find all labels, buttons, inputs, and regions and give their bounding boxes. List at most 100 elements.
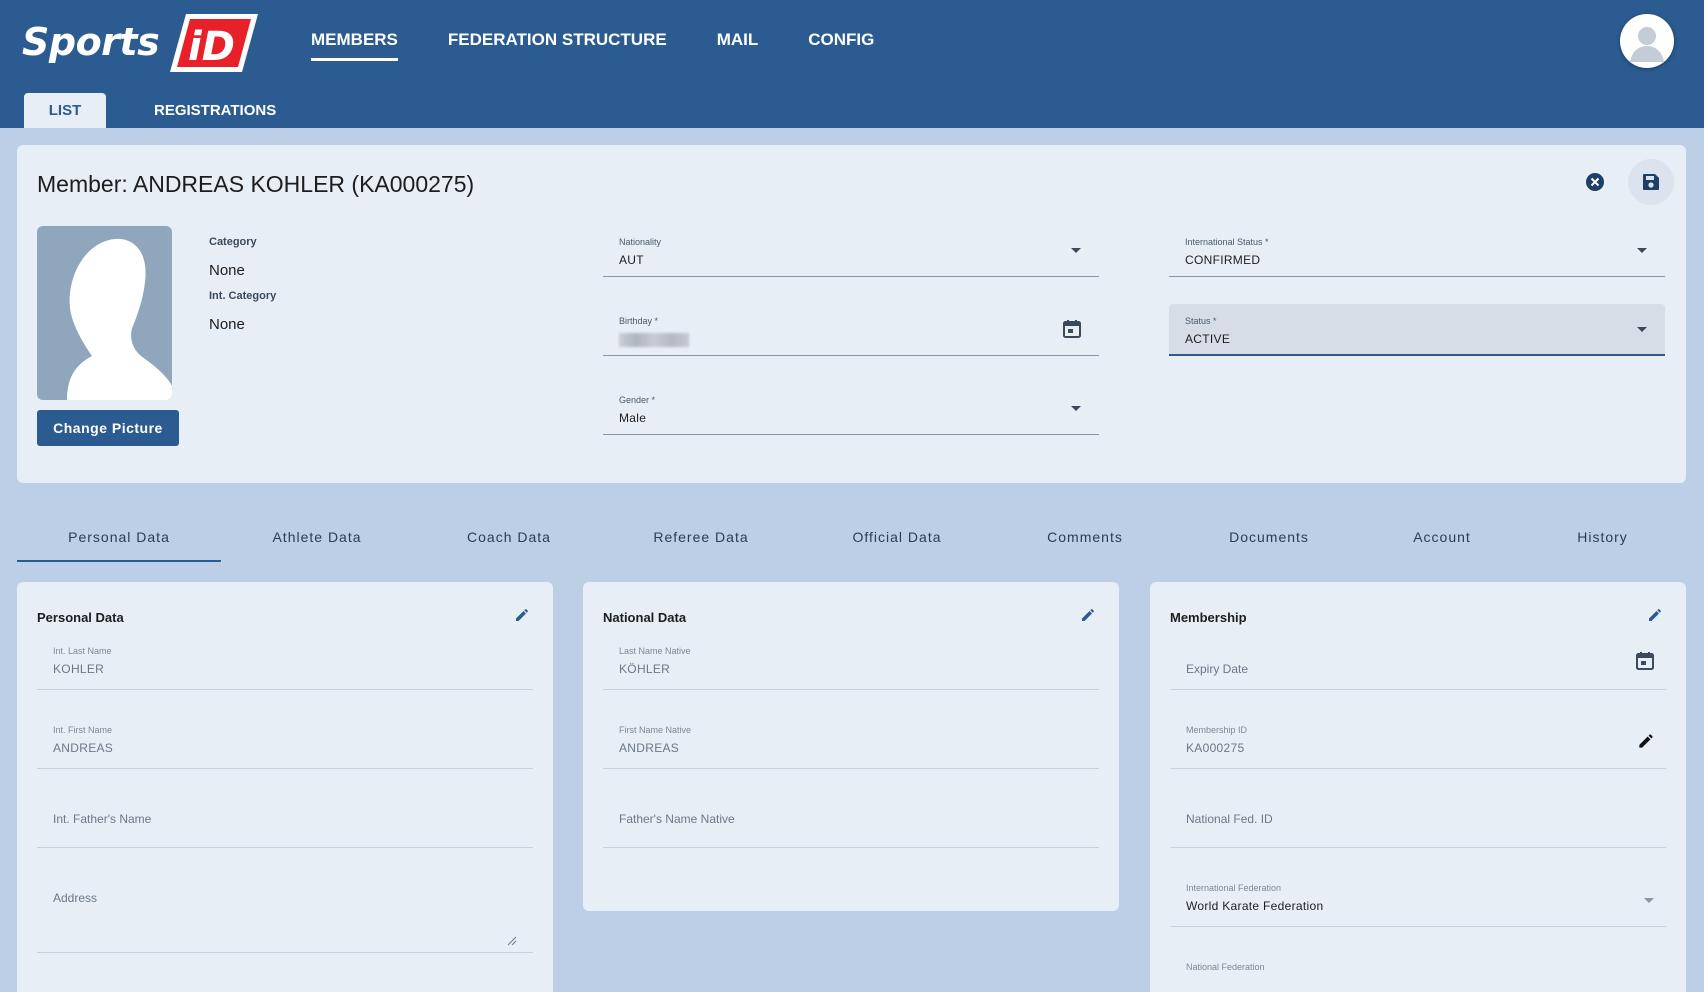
member-title: Member: ANDREAS KOHLER (KA000275) [37,171,475,197]
personal-data-card: Personal Data Int. Last Name KOHLER Int.… [17,582,553,992]
tab-coach-data[interactable]: Coach Data [413,520,605,562]
user-avatar[interactable] [1620,14,1674,68]
international-federation-value: World Karate Federation [1186,899,1324,913]
app-header: Sports iD MEMBERS FEDERATION STRUCTURE M… [0,0,1704,128]
logo-id-badge: iD [170,14,258,72]
gender-value: Male [619,411,647,425]
international-status-label: International Status * [1185,237,1269,247]
nationality-label: Nationality [619,237,662,247]
subtab-registrations[interactable]: REGISTRATIONS [128,93,302,128]
cancel-button[interactable] [1572,159,1618,205]
dropdown-arrow-icon [1644,898,1654,903]
last-name-native-label: Last Name Native [619,646,691,656]
edit-pencil-icon[interactable] [1636,731,1656,751]
calendar-icon[interactable] [1634,650,1656,672]
sportsid-logo[interactable]: Sports iD [22,10,258,76]
international-status-select[interactable]: International Status * CONFIRMED [1169,225,1665,277]
personal-data-title: Personal Data [37,610,124,625]
membership-id-label: Membership ID [1186,725,1248,735]
member-actions [1572,159,1674,205]
section-tabs: Personal Data Athlete Data Coach Data Re… [17,520,1686,562]
dropdown-arrow-icon [1071,248,1081,253]
category-label: Category [209,236,257,248]
tab-account[interactable]: Account [1365,520,1519,562]
gender-select[interactable]: Gender * Male [603,383,1099,435]
expiry-date-placeholder: Expiry Date [1186,662,1249,676]
father-name-native-field[interactable]: Father's Name Native [603,782,1099,848]
close-circle-icon [1586,173,1604,191]
nav-federation-structure[interactable]: FEDERATION STRUCTURE [448,30,667,61]
birthday-value-redacted [619,332,689,347]
national-federation-label: National Federation [1186,962,1265,972]
dropdown-arrow-icon [1637,248,1647,253]
nationality-value: AUT [619,253,644,267]
membership-id-value: KA000275 [1186,741,1245,755]
change-picture-button[interactable]: Change Picture [37,410,179,446]
expiry-date-field[interactable]: Expiry Date [1170,624,1666,690]
member-photo [37,226,172,400]
int-last-name-value: KOHLER [53,662,105,676]
save-button[interactable] [1628,159,1674,205]
calendar-icon[interactable] [1061,318,1083,340]
last-name-native-value: KÖHLER [619,662,671,676]
nationality-select[interactable]: Nationality AUT [603,225,1099,277]
user-icon [1630,27,1664,62]
tab-history[interactable]: History [1519,520,1686,562]
international-status-value: CONFIRMED [1185,253,1261,267]
national-federation-select[interactable]: National Federation [1170,940,1666,992]
national-fed-id-field[interactable]: National Fed. ID [1170,782,1666,848]
birthday-label: Birthday * [619,316,659,326]
category-value: None [209,262,245,279]
edit-pencil-icon[interactable] [1079,606,1097,624]
int-category-label: Int. Category [209,290,277,302]
last-name-native-field[interactable]: Last Name Native KÖHLER [603,624,1099,690]
int-last-name-label: Int. Last Name [53,646,112,656]
status-select[interactable]: Status * ACTIVE [1169,304,1665,356]
dropdown-arrow-icon [1637,327,1647,332]
address-placeholder: Address [53,891,98,905]
sub-tabs: LIST REGISTRATIONS [24,93,302,128]
nav-mail[interactable]: MAIL [717,30,759,61]
tab-documents[interactable]: Documents [1173,520,1365,562]
international-federation-select[interactable]: International Federation World Karate Fe… [1170,861,1666,927]
int-first-name-field[interactable]: Int. First Name ANDREAS [37,703,533,769]
int-father-name-field[interactable]: Int. Father's Name [37,782,533,848]
status-label: Status * [1185,316,1217,326]
svg-text:iD: iD [188,24,235,70]
international-federation-label: International Federation [1186,883,1282,893]
person-silhouette-icon [67,238,172,400]
birthday-field[interactable]: Birthday * [603,304,1099,356]
first-name-native-value: ANDREAS [619,741,680,755]
national-fed-id-placeholder: National Fed. ID [1186,812,1273,826]
int-category-value: None [209,316,245,333]
int-first-name-value: ANDREAS [53,741,114,755]
national-data-card: National Data Last Name Native KÖHLER Fi… [583,582,1119,911]
int-first-name-label: Int. First Name [53,725,113,735]
resize-handle-icon[interactable] [507,936,517,946]
tab-athlete-data[interactable]: Athlete Data [221,520,413,562]
member-card: Member: ANDREAS KOHLER (KA000275) Change… [17,145,1686,483]
address-field[interactable]: Address [37,861,533,953]
membership-title: Membership [1170,610,1247,625]
subtab-list[interactable]: LIST [24,93,106,128]
first-name-native-field[interactable]: First Name Native ANDREAS [603,703,1099,769]
gender-label: Gender * [619,395,656,405]
tab-official-data[interactable]: Official Data [797,520,997,562]
int-father-name-placeholder: Int. Father's Name [53,812,152,826]
tab-referee-data[interactable]: Referee Data [605,520,797,562]
logo-text: Sports [22,20,160,64]
nav-members[interactable]: MEMBERS [311,30,398,61]
edit-pencil-icon[interactable] [513,606,531,624]
int-last-name-field[interactable]: Int. Last Name KOHLER [37,624,533,690]
membership-card: Membership Expiry Date Membership ID KA0… [1150,582,1686,992]
tab-personal-data[interactable]: Personal Data [17,520,221,562]
membership-id-field[interactable]: Membership ID KA000275 [1170,703,1666,769]
nav-config[interactable]: CONFIG [808,30,874,61]
save-icon [1643,174,1659,190]
main-nav: MEMBERS FEDERATION STRUCTURE MAIL CONFIG [311,30,924,61]
dropdown-arrow-icon [1071,406,1081,411]
tab-comments[interactable]: Comments [997,520,1173,562]
father-name-native-placeholder: Father's Name Native [619,812,735,826]
edit-pencil-icon[interactable] [1646,606,1664,624]
status-value: ACTIVE [1185,332,1231,346]
